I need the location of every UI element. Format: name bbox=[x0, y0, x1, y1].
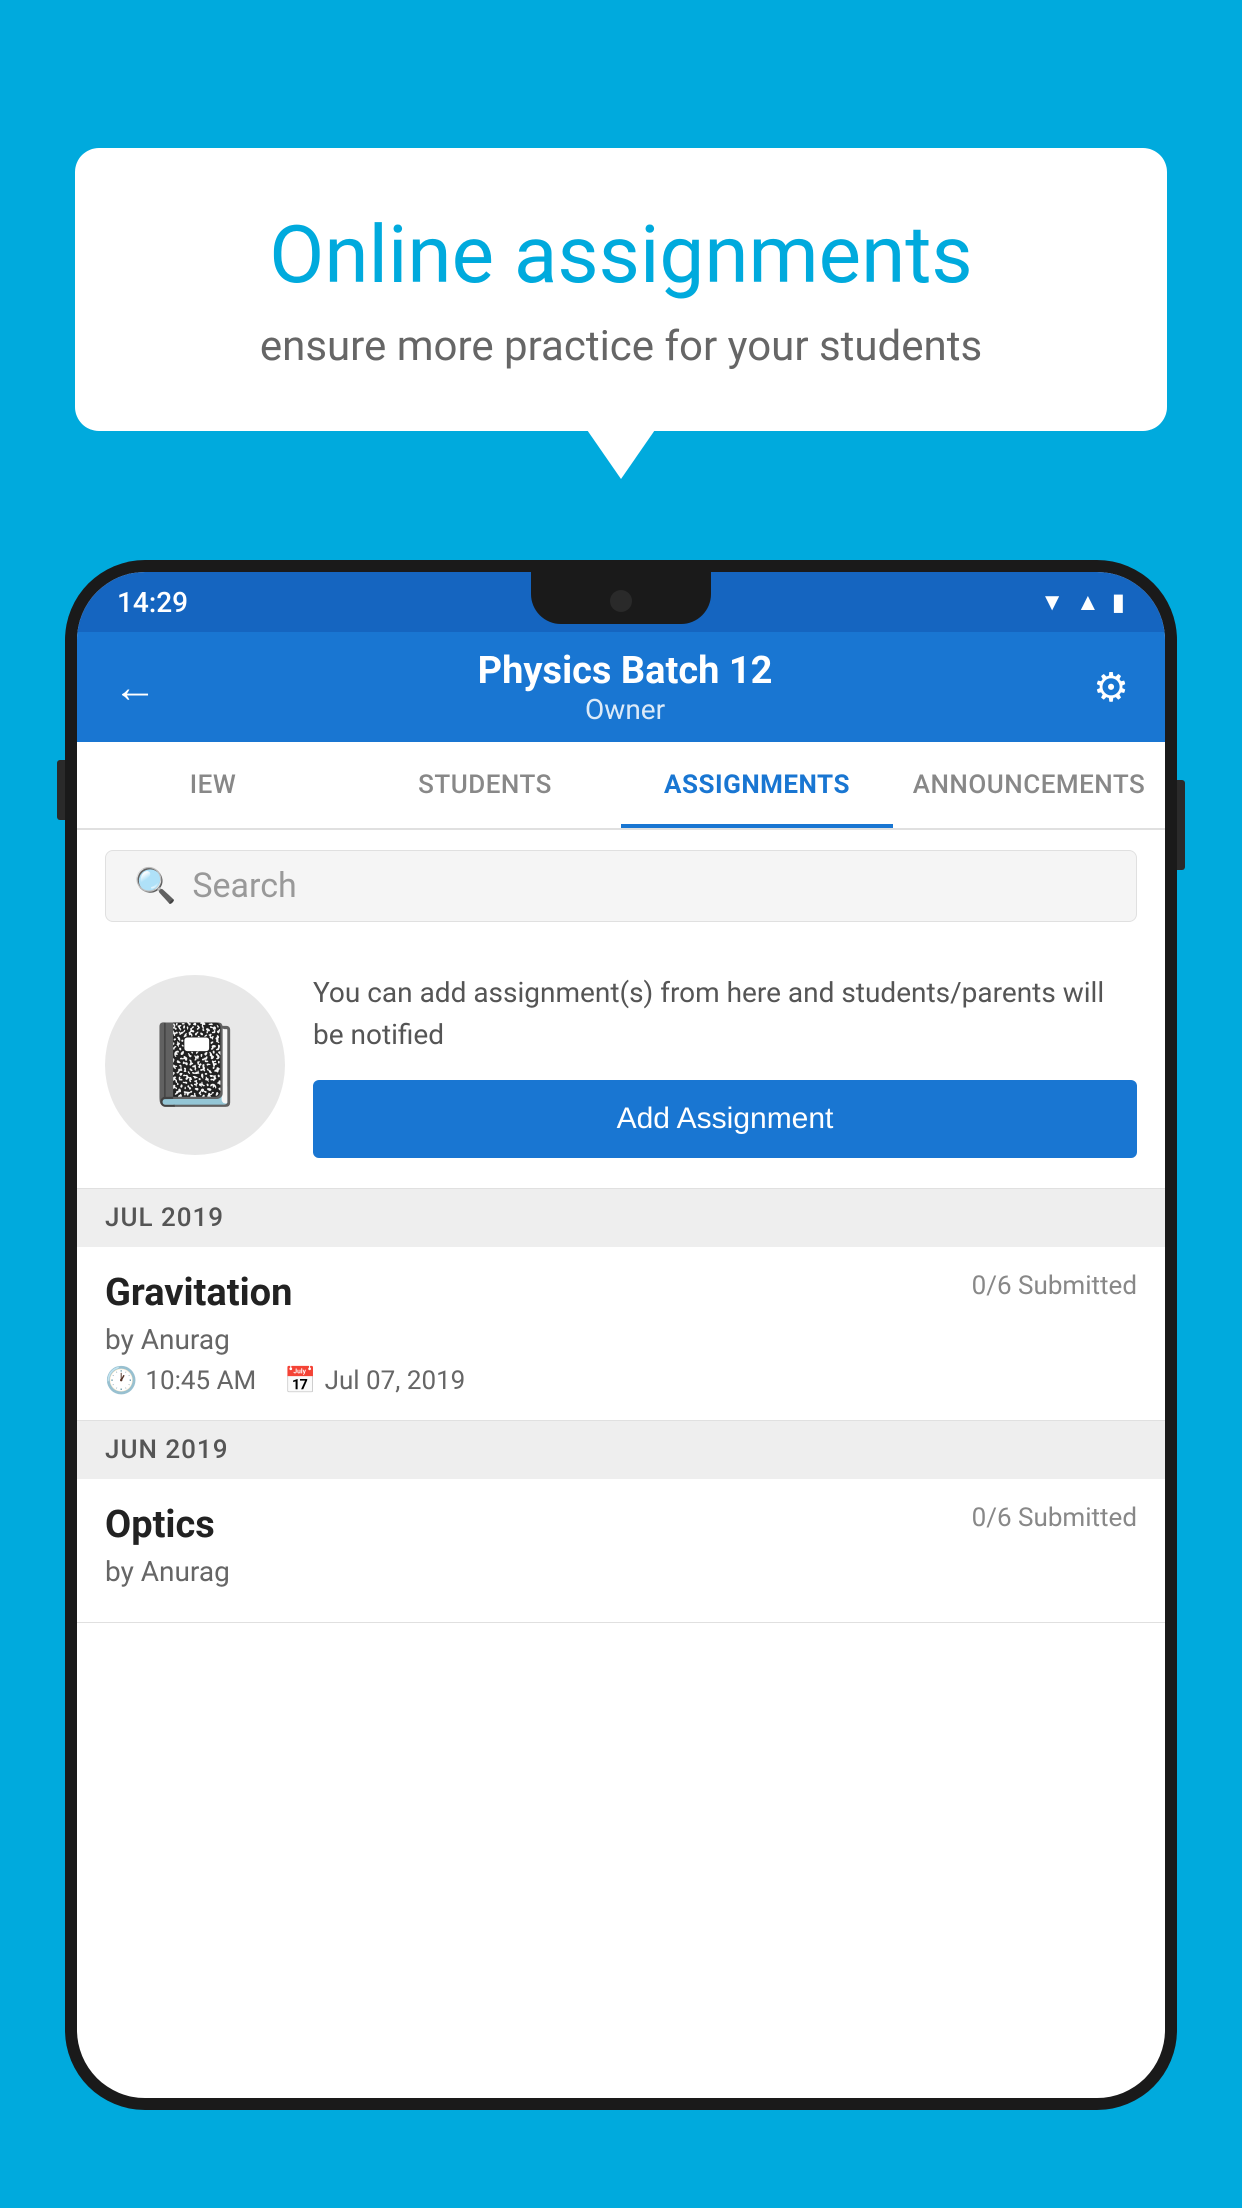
assignment-author-optics: by Anurag bbox=[105, 1555, 1137, 1588]
assignment-top-row-optics: Optics 0/6 Submitted bbox=[105, 1503, 1137, 1547]
assignment-date: Jul 07, 2019 bbox=[325, 1366, 466, 1396]
search-container: 🔍 Search bbox=[77, 830, 1165, 942]
speech-bubble: Online assignments ensure more practice … bbox=[75, 148, 1167, 431]
bubble-title: Online assignments bbox=[145, 208, 1097, 302]
promo-text-group: You can add assignment(s) from here and … bbox=[313, 972, 1137, 1158]
assignment-title-gravitation: Gravitation bbox=[105, 1271, 292, 1315]
promo-description: You can add assignment(s) from here and … bbox=[313, 972, 1137, 1056]
assignment-author-gravitation: by Anurag bbox=[105, 1323, 1137, 1356]
tab-iew[interactable]: IEW bbox=[77, 742, 349, 828]
phone-btn-left bbox=[57, 760, 65, 820]
section-header-jun: JUN 2019 bbox=[77, 1421, 1165, 1479]
phone-btn-right bbox=[1177, 780, 1185, 870]
assignment-item-optics[interactable]: Optics 0/6 Submitted by Anurag bbox=[77, 1479, 1165, 1623]
header-title-group: Physics Batch 12 Owner bbox=[478, 649, 773, 726]
assignment-top-row: Gravitation 0/6 Submitted bbox=[105, 1271, 1137, 1315]
assignment-time: 10:45 AM bbox=[145, 1366, 256, 1396]
phone-wrapper: 14:29 ▼ ▲ ▮ ← Physics Batch 12 Owner ⚙ bbox=[65, 560, 1177, 2208]
search-placeholder: Search bbox=[192, 866, 296, 906]
tab-assignments[interactable]: ASSIGNMENTS bbox=[621, 742, 893, 828]
speech-bubble-container: Online assignments ensure more practice … bbox=[75, 148, 1167, 431]
assignment-submitted-gravitation: 0/6 Submitted bbox=[972, 1271, 1137, 1301]
tabs-container: IEW STUDENTS ASSIGNMENTS ANNOUNCEMENTS bbox=[77, 742, 1165, 830]
assignment-meta-gravitation: 🕐 10:45 AM 📅 Jul 07, 2019 bbox=[105, 1366, 1137, 1396]
tab-students[interactable]: STUDENTS bbox=[349, 742, 621, 828]
search-bar[interactable]: 🔍 Search bbox=[105, 850, 1137, 922]
meta-date: 📅 Jul 07, 2019 bbox=[284, 1366, 465, 1396]
search-icon: 🔍 bbox=[134, 866, 176, 906]
assignment-submitted-optics: 0/6 Submitted bbox=[972, 1503, 1137, 1533]
wifi-icon: ▼ bbox=[1040, 588, 1064, 617]
assignment-title-optics: Optics bbox=[105, 1503, 215, 1547]
status-icons: ▼ ▲ ▮ bbox=[1040, 588, 1125, 617]
bubble-subtitle: ensure more practice for your students bbox=[145, 322, 1097, 371]
assignment-icon: 📓 bbox=[145, 1018, 245, 1112]
back-button[interactable]: ← bbox=[113, 661, 157, 713]
settings-icon[interactable]: ⚙ bbox=[1093, 664, 1129, 711]
section-header-jul: JUL 2019 bbox=[77, 1189, 1165, 1247]
signal-icon: ▲ bbox=[1076, 588, 1100, 617]
phone-notch bbox=[531, 572, 711, 624]
phone-screen: 14:29 ▼ ▲ ▮ ← Physics Batch 12 Owner ⚙ bbox=[77, 572, 1165, 2098]
clock-icon: 🕐 bbox=[105, 1366, 137, 1396]
phone-camera bbox=[610, 590, 632, 612]
add-assignment-button[interactable]: Add Assignment bbox=[313, 1080, 1137, 1158]
header-title: Physics Batch 12 bbox=[478, 649, 773, 693]
promo-icon-circle: 📓 bbox=[105, 975, 285, 1155]
header-subtitle: Owner bbox=[478, 693, 773, 726]
promo-block: 📓 You can add assignment(s) from here an… bbox=[77, 942, 1165, 1189]
app-header: ← Physics Batch 12 Owner ⚙ bbox=[77, 632, 1165, 742]
meta-time: 🕐 10:45 AM bbox=[105, 1366, 256, 1396]
calendar-icon: 📅 bbox=[284, 1366, 316, 1396]
tab-announcements[interactable]: ANNOUNCEMENTS bbox=[893, 742, 1165, 828]
status-time: 14:29 bbox=[117, 586, 188, 619]
assignment-item-gravitation[interactable]: Gravitation 0/6 Submitted by Anurag 🕐 10… bbox=[77, 1247, 1165, 1421]
battery-icon: ▮ bbox=[1112, 588, 1125, 616]
phone-outer: 14:29 ▼ ▲ ▮ ← Physics Batch 12 Owner ⚙ bbox=[65, 560, 1177, 2110]
